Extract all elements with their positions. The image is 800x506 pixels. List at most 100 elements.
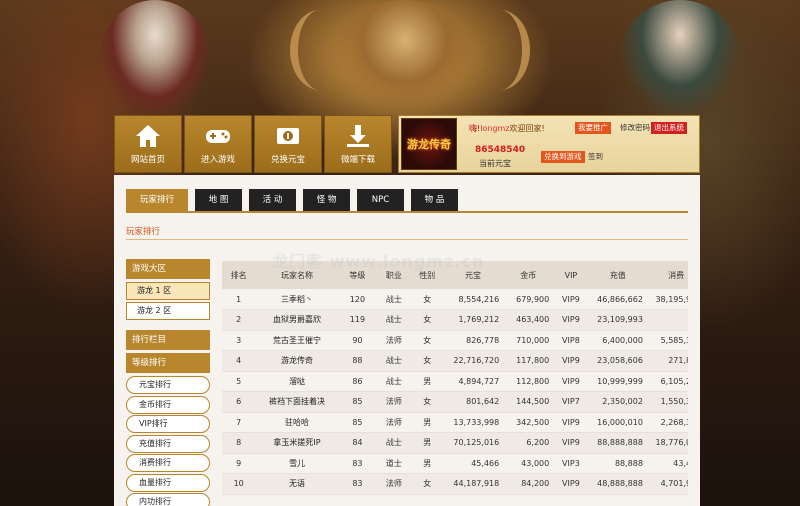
table-cell: VIP9 xyxy=(553,350,589,372)
table-cell: 1,550,344 xyxy=(646,391,688,413)
table-cell: 战士 xyxy=(376,371,412,392)
nav-play-button[interactable]: 进入游戏 xyxy=(184,115,252,173)
tab-items[interactable]: 物 品 xyxy=(411,189,458,211)
table-cell: VIP3 xyxy=(553,453,589,474)
table-cell: 10,999,999 xyxy=(588,371,647,392)
rank-item[interactable]: 内功排行 xyxy=(126,493,210,506)
zone-item[interactable]: 游龙 2 区 xyxy=(126,302,210,320)
table-cell: 5,585,374 xyxy=(646,330,688,351)
rank-item[interactable]: VIP排行 xyxy=(126,415,210,433)
table-cell: VIP9 xyxy=(553,289,589,310)
table-cell: 裤裆下面挂着决 xyxy=(255,391,339,413)
table-cell: 血狱男爵嘉欣 xyxy=(255,309,339,331)
table-cell: 43,000 xyxy=(503,453,554,474)
table-cell: 7 xyxy=(222,412,256,433)
rank-item[interactable]: 血量排行 xyxy=(126,473,210,492)
table-cell: 6,200 xyxy=(503,432,554,454)
table-cell: 5 xyxy=(222,371,256,392)
table-cell: 679,900 xyxy=(503,289,554,310)
table-cell: VIP9 xyxy=(553,432,589,454)
tab-npc[interactable]: NPC xyxy=(357,189,404,211)
hero-center-illustration xyxy=(330,0,480,115)
nav-download-button[interactable]: 微端下载 xyxy=(324,115,392,173)
table-row: 9雪儿83道士男45,46643,000VIP388,88843,4222 xyxy=(222,453,688,474)
top-nav: 网站首页 进入游戏 兑换元宝 微端下载 游龙传奇 嗨!longmz欢迎回家! 我… xyxy=(114,115,700,173)
table-cell: 83 xyxy=(338,473,377,495)
table-cell: 6,105,272 xyxy=(646,371,688,392)
sidebar: 游戏大区 游龙 1 区 游龙 2 区 排行栏目 等级排行 元宝排行 金币排行 V… xyxy=(126,259,210,506)
switch-to-game-button[interactable]: 兑换到游戏 xyxy=(541,151,585,163)
table-cell: 88,888,888 xyxy=(588,432,647,454)
table-cell: 2 xyxy=(222,309,256,331)
ranking-table: 排名 玩家名称 等级 职业 性别 元宝 金币 VIP 充值 消费 血 1三季稻丶… xyxy=(222,261,688,495)
table-cell: 710,000 xyxy=(503,330,554,351)
table-cell: 战士 xyxy=(376,289,412,310)
table-cell: 4,894,727 xyxy=(442,371,504,392)
sign-in-link[interactable]: 签到 xyxy=(585,151,606,163)
col-rank: 排名 xyxy=(222,261,256,289)
download-icon xyxy=(344,123,372,149)
table-cell: 48,888,888 xyxy=(588,473,647,495)
tab-events[interactable]: 活 动 xyxy=(249,189,296,211)
rank-item[interactable]: 元宝排行 xyxy=(126,376,210,394)
table-cell: 13,733,998 xyxy=(442,412,504,433)
table-cell: 男 xyxy=(411,453,443,474)
home-icon xyxy=(134,123,162,149)
table-cell: 18,776,024 xyxy=(646,432,688,454)
nav-download-label: 微端下载 xyxy=(340,155,375,165)
table-cell: 女 xyxy=(411,350,443,372)
tab-map[interactable]: 地 图 xyxy=(195,189,242,211)
table-cell: 法师 xyxy=(376,412,412,433)
table-cell: 无语 xyxy=(255,473,339,495)
table-cell: VIP9 xyxy=(553,371,589,392)
hero-left-illustration xyxy=(100,0,210,115)
table-cell: 溜哒 xyxy=(255,371,339,392)
table-cell: 4,701,970 xyxy=(646,473,688,495)
section-divider xyxy=(126,239,688,240)
table-cell: VIP9 xyxy=(553,473,589,495)
table-cell: 男 xyxy=(411,412,443,433)
tab-bar: 玩家排行 地 图 活 动 怪 物 NPC 物 品 xyxy=(126,189,465,211)
table-cell: 342,500 xyxy=(503,412,554,433)
table-row: 2 血狱男爵嘉欣 119 战士女 1,769,212 463,400 VIP9 23,109,… xyxy=(222,309,688,331)
table-cell: 8 xyxy=(222,432,256,454)
nav-exchange-button[interactable]: 兑换元宝 xyxy=(254,115,322,173)
table-cell: 3 xyxy=(222,330,256,351)
nav-home-label: 网站首页 xyxy=(130,155,165,165)
yuanbao-label: 当前元宝 xyxy=(479,159,511,168)
horn-right-decoration xyxy=(470,10,530,90)
rank-level-item[interactable]: 等级排行 xyxy=(126,353,210,373)
table-cell: 男 xyxy=(411,432,443,454)
table-row: 8 拿玉米搓死IP 84 战士男 70,125,016 6,200 VIP9 88,888,8… xyxy=(222,432,688,454)
table-cell: 战士 xyxy=(376,350,412,372)
table-row: 4 游龙传奇 88 战士女 22,716,720 117,800 VIP9 23,058,60… xyxy=(222,350,688,372)
tab-player-rank[interactable]: 玩家排行 xyxy=(126,189,188,211)
table-row: 3 荒古圣王催宁 90 法师女 826,778 710,000 VIP8 6,400,000 5… xyxy=(222,330,688,351)
table-cell: VIP9 xyxy=(553,309,589,331)
rank-item[interactable]: 消费排行 xyxy=(126,454,210,472)
table-cell: 23,058,606 xyxy=(588,350,647,372)
rank-item[interactable]: 充值排行 xyxy=(126,434,210,453)
logout-button[interactable]: 退出系统 xyxy=(651,122,687,134)
table-cell: 道士 xyxy=(376,453,412,474)
table-cell: 三季稻丶 xyxy=(255,289,339,310)
table-cell: 1,769,212 xyxy=(442,309,504,331)
table-cell: 83 xyxy=(338,453,377,474)
table-cell: 85 xyxy=(338,391,377,413)
table-cell: 120 xyxy=(338,289,377,310)
table-cell: 10 xyxy=(222,473,256,495)
change-password-link[interactable]: 修改密码 xyxy=(617,122,653,134)
promote-button[interactable]: 我要推广 xyxy=(575,122,611,134)
table-cell: 84 xyxy=(338,432,377,454)
table-cell: 驻哈哈 xyxy=(255,412,339,433)
rank-item[interactable]: 金币排行 xyxy=(126,395,210,414)
table-cell: 1 xyxy=(222,289,256,310)
money-icon xyxy=(274,123,302,149)
table-cell: 463,400 xyxy=(503,309,554,331)
table-cell: 8,554,216 xyxy=(442,289,504,310)
zone-item[interactable]: 游龙 1 区 xyxy=(126,282,210,300)
table-cell: 22,716,720 xyxy=(442,350,504,372)
table-cell: 荒古圣王催宁 xyxy=(255,330,339,351)
nav-home-button[interactable]: 网站首页 xyxy=(114,115,182,173)
tab-monsters[interactable]: 怪 物 xyxy=(303,189,350,211)
